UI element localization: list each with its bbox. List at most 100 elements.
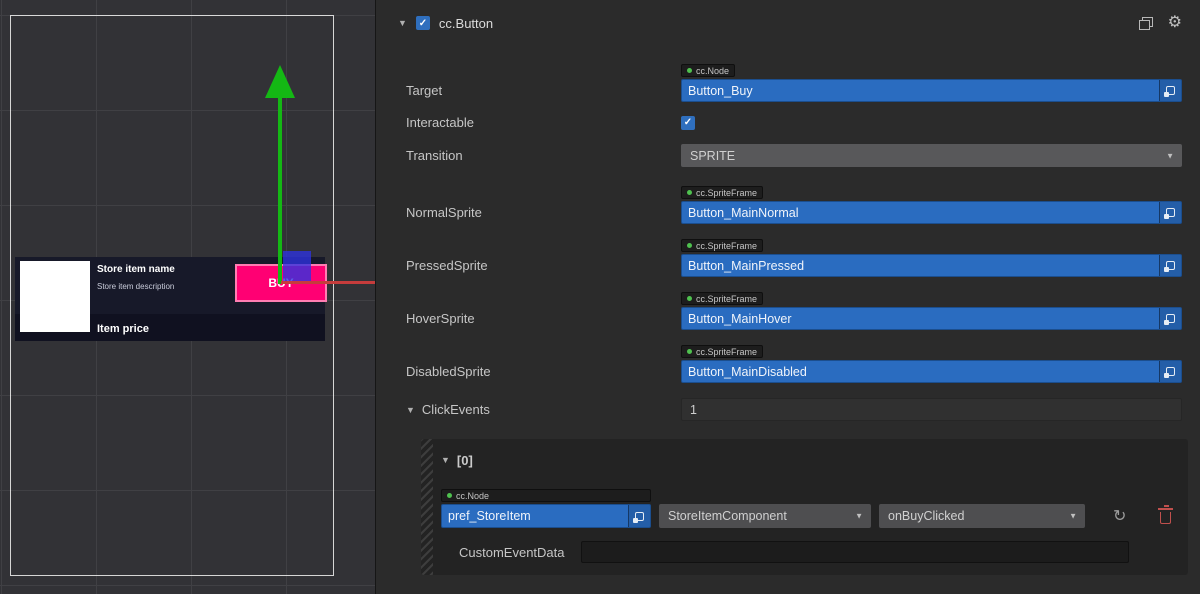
gizmo-y-axis[interactable] bbox=[278, 97, 282, 284]
type-dot-icon bbox=[687, 296, 692, 301]
event-node-field[interactable]: pref_StoreItem bbox=[441, 504, 651, 528]
editor-window: Store item name Store item description I… bbox=[0, 0, 1200, 594]
click-events-count: 1 bbox=[690, 403, 697, 417]
component-title: cc.Button bbox=[439, 16, 493, 31]
hover-sprite-label: HoverSprite bbox=[406, 311, 681, 330]
type-tag: cc.SpriteFrame bbox=[681, 239, 763, 252]
check-icon: ✓ bbox=[684, 117, 692, 128]
refresh-icon[interactable]: ↻ bbox=[1113, 509, 1126, 525]
custom-event-data-label: CustomEventData bbox=[459, 545, 581, 560]
chevron-down-icon: ▼ bbox=[855, 512, 863, 521]
picker-icon bbox=[1166, 86, 1175, 95]
selection-highlight bbox=[283, 251, 311, 283]
event-header[interactable]: ▼ [0] bbox=[441, 453, 1174, 467]
event-component-value: StoreItemComponent bbox=[668, 509, 787, 523]
picker-icon bbox=[1166, 208, 1175, 217]
hover-sprite-field[interactable]: Button_MainHover bbox=[681, 307, 1182, 330]
property-row-disabled-sprite: DisabledSprite cc.SpriteFrame Button_Mai… bbox=[376, 341, 1200, 383]
type-dot-icon bbox=[687, 190, 692, 195]
type-tag-label: cc.SpriteFrame bbox=[696, 188, 757, 198]
pressed-sprite-label: PressedSprite bbox=[406, 258, 681, 277]
gizmo-y-arrowhead-icon[interactable] bbox=[265, 65, 295, 98]
type-dot-icon bbox=[447, 493, 452, 498]
event-handler-dropdown[interactable]: onBuyClicked ▼ bbox=[879, 504, 1085, 528]
click-events-count-field[interactable]: 1 bbox=[681, 398, 1182, 421]
store-item-price: Item price bbox=[97, 323, 149, 335]
event-handler-value: onBuyClicked bbox=[888, 509, 964, 523]
target-label: Target bbox=[406, 83, 681, 102]
type-tag: cc.SpriteFrame bbox=[681, 186, 763, 199]
disabled-sprite-field[interactable]: Button_MainDisabled bbox=[681, 360, 1182, 383]
component-header[interactable]: ▼ ✓ cc.Button ⚙ bbox=[376, 0, 1200, 46]
node-picker-button[interactable] bbox=[1159, 361, 1181, 382]
target-node-field[interactable]: Button_Buy bbox=[681, 79, 1182, 102]
type-tag: cc.Node bbox=[681, 64, 735, 77]
pressed-sprite-value: Button_MainPressed bbox=[682, 259, 1159, 273]
hover-sprite-value: Button_MainHover bbox=[682, 312, 1159, 326]
type-dot-icon bbox=[687, 349, 692, 354]
picker-icon bbox=[635, 512, 644, 521]
normal-sprite-label: NormalSprite bbox=[406, 205, 681, 224]
type-tag-label: cc.SpriteFrame bbox=[696, 241, 757, 251]
type-tag-label: cc.Node bbox=[456, 491, 489, 501]
disabled-sprite-value: Button_MainDisabled bbox=[682, 365, 1159, 379]
type-tag-label: cc.SpriteFrame bbox=[696, 294, 757, 304]
node-picker-button[interactable] bbox=[1159, 202, 1181, 223]
type-tag-label: cc.SpriteFrame bbox=[696, 347, 757, 357]
node-picker-button[interactable] bbox=[1159, 255, 1181, 276]
type-tag-label: cc.Node bbox=[696, 66, 729, 76]
click-event-item: ▼ [0] cc.Node pref_StoreItem bbox=[421, 439, 1188, 575]
property-row-interactable: Interactable ✓ bbox=[376, 115, 1200, 130]
item-image-placeholder[interactable] bbox=[20, 261, 90, 332]
target-node-value: Button_Buy bbox=[682, 84, 1159, 98]
property-row-pressed-sprite: PressedSprite cc.SpriteFrame Button_Main… bbox=[376, 235, 1200, 277]
interactable-label: Interactable bbox=[406, 115, 681, 130]
node-picker-button[interactable] bbox=[1159, 80, 1181, 101]
gizmo-x-axis[interactable] bbox=[281, 281, 375, 284]
collapse-arrow-icon[interactable]: ▼ bbox=[406, 405, 415, 415]
disabled-sprite-label: DisabledSprite bbox=[406, 364, 681, 383]
transition-dropdown[interactable]: SPRITE ▼ bbox=[681, 144, 1182, 167]
type-dot-icon bbox=[687, 68, 692, 73]
property-row-normal-sprite: NormalSprite cc.SpriteFrame Button_MainN… bbox=[376, 182, 1200, 224]
type-tag: cc.SpriteFrame bbox=[681, 345, 763, 358]
component-enabled-checkbox[interactable]: ✓ bbox=[416, 16, 430, 30]
store-item-description: Store item description bbox=[97, 282, 174, 291]
transition-value: SPRITE bbox=[690, 149, 735, 163]
event-node-value: pref_StoreItem bbox=[442, 509, 628, 523]
type-tag: cc.Node bbox=[441, 489, 651, 502]
node-picker-button[interactable] bbox=[628, 505, 650, 527]
store-item-name: Store item name bbox=[97, 264, 175, 275]
collapse-arrow-icon[interactable]: ▼ bbox=[398, 18, 407, 28]
property-row-target: Target cc.Node Button_Buy bbox=[376, 60, 1200, 102]
header-actions: ⚙ bbox=[1139, 15, 1182, 31]
collapse-arrow-icon[interactable]: ▼ bbox=[441, 455, 450, 465]
picker-icon bbox=[1166, 367, 1175, 376]
event-index-label: [0] bbox=[457, 453, 473, 468]
normal-sprite-field[interactable]: Button_MainNormal bbox=[681, 201, 1182, 224]
copy-component-icon[interactable] bbox=[1139, 17, 1152, 29]
type-dot-icon bbox=[687, 243, 692, 248]
picker-icon bbox=[1166, 314, 1175, 323]
picker-icon bbox=[1166, 261, 1175, 270]
node-picker-button[interactable] bbox=[1159, 308, 1181, 329]
gear-icon[interactable]: ⚙ bbox=[1168, 15, 1182, 31]
trash-icon[interactable] bbox=[1160, 512, 1171, 524]
chevron-down-icon: ▼ bbox=[1069, 512, 1077, 521]
property-row-transition: Transition SPRITE ▼ bbox=[376, 144, 1200, 167]
type-tag: cc.SpriteFrame bbox=[681, 292, 763, 305]
drag-handle[interactable] bbox=[421, 439, 433, 575]
event-component-dropdown[interactable]: StoreItemComponent ▼ bbox=[659, 504, 871, 528]
normal-sprite-value: Button_MainNormal bbox=[682, 206, 1159, 220]
interactable-checkbox[interactable]: ✓ bbox=[681, 116, 695, 130]
transition-label: Transition bbox=[406, 148, 681, 163]
property-row-click-events: ▼ ClickEvents 1 bbox=[376, 398, 1200, 421]
click-events-label: ClickEvents bbox=[422, 402, 490, 417]
pressed-sprite-field[interactable]: Button_MainPressed bbox=[681, 254, 1182, 277]
check-icon: ✓ bbox=[419, 18, 427, 29]
property-row-hover-sprite: HoverSprite cc.SpriteFrame Button_MainHo… bbox=[376, 288, 1200, 330]
custom-event-data-input[interactable] bbox=[581, 541, 1129, 563]
chevron-down-icon: ▼ bbox=[1166, 151, 1174, 160]
scene-view[interactable]: Store item name Store item description I… bbox=[0, 0, 375, 594]
inspector-panel: ▼ ✓ cc.Button ⚙ Target cc.Node Button_Bu… bbox=[375, 0, 1200, 594]
